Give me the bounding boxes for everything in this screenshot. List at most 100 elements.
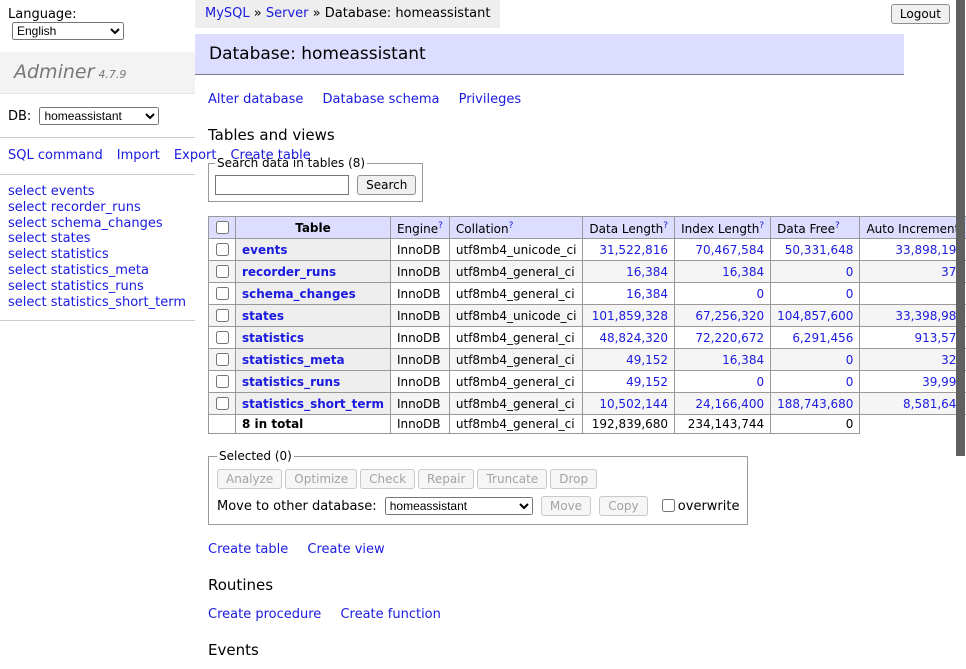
- table-name-cell: events: [236, 239, 391, 261]
- data-length-link[interactable]: 101,859,328: [592, 309, 668, 323]
- index-length-link[interactable]: 72,220,672: [695, 331, 764, 345]
- sidebar-link-select-statistics-runs[interactable]: select statistics_runs: [8, 279, 187, 295]
- help-icon[interactable]: ?: [509, 221, 514, 231]
- search-button[interactable]: Search: [357, 175, 416, 195]
- analyze-button[interactable]: Analyze: [217, 469, 282, 489]
- index-length-link[interactable]: 16,384: [722, 353, 764, 367]
- index-length-link[interactable]: 24,166,400: [695, 397, 764, 411]
- overwrite-checkbox[interactable]: [662, 499, 675, 512]
- row-checkbox[interactable]: [216, 331, 229, 344]
- optimize-button[interactable]: Optimize: [285, 469, 357, 489]
- row-checkbox[interactable]: [216, 309, 229, 322]
- table-name-link[interactable]: recorder_runs: [242, 265, 336, 279]
- database-schema-link[interactable]: Database schema: [323, 92, 440, 107]
- search-input[interactable]: [215, 175, 349, 195]
- copy-button[interactable]: Copy: [599, 496, 647, 516]
- sidebar-link-select-events[interactable]: select events: [8, 184, 187, 200]
- help-icon[interactable]: ?: [438, 221, 443, 231]
- select-all-cell: [209, 217, 236, 239]
- breadcrumb-separator: »: [254, 6, 262, 21]
- sidebar-link-select-statistics-meta[interactable]: select statistics_meta: [8, 263, 187, 279]
- index-length-link[interactable]: 0: [756, 287, 764, 301]
- data-free-link[interactable]: 0: [846, 353, 854, 367]
- auto-increment-link[interactable]: 33,898,196: [895, 243, 964, 257]
- breadcrumb-server[interactable]: Server: [266, 6, 309, 21]
- create-view-link[interactable]: Create view: [307, 542, 384, 557]
- row-checkbox-cell: [209, 371, 236, 393]
- truncate-button[interactable]: Truncate: [477, 469, 547, 489]
- create-function-link[interactable]: Create function: [340, 607, 440, 622]
- row-checkbox[interactable]: [216, 375, 229, 388]
- overwrite-label: overwrite: [658, 499, 740, 514]
- data-free-link[interactable]: 6,291,456: [792, 331, 853, 345]
- row-checkbox[interactable]: [216, 243, 229, 256]
- sidebar-link-select-recorder-runs[interactable]: select recorder_runs: [8, 200, 187, 216]
- data-free-link[interactable]: 104,857,600: [777, 309, 853, 323]
- table-name-link[interactable]: statistics: [242, 331, 304, 345]
- row-checkbox[interactable]: [216, 287, 229, 300]
- move-button[interactable]: Move: [541, 496, 591, 516]
- table-name-link[interactable]: statistics_meta: [242, 353, 345, 367]
- help-icon[interactable]: ?: [663, 221, 668, 231]
- index-length-cell: 72,220,672: [675, 327, 771, 349]
- help-icon[interactable]: ?: [835, 221, 840, 231]
- create-table-link-bottom[interactable]: Create table: [208, 542, 288, 557]
- data-length-link[interactable]: 49,152: [626, 353, 668, 367]
- data-length-link[interactable]: 48,824,320: [599, 331, 668, 345]
- move-database-select[interactable]: homeassistant: [385, 497, 533, 515]
- data-length-link[interactable]: 16,384: [626, 287, 668, 301]
- auto-increment-link[interactable]: 33,398,984: [895, 309, 964, 323]
- data-length-link[interactable]: 49,152: [626, 375, 668, 389]
- total-empty-cell: [209, 415, 236, 434]
- index-length-link[interactable]: 0: [756, 375, 764, 389]
- sql-command-link[interactable]: SQL command: [8, 148, 103, 163]
- row-checkbox[interactable]: [216, 265, 229, 278]
- total-collation-cell: utf8mb4_general_ci: [449, 415, 583, 434]
- repair-button[interactable]: Repair: [418, 469, 474, 489]
- data-free-link[interactable]: 0: [846, 287, 854, 301]
- column-header-index-length: Index Length?: [675, 217, 771, 239]
- sidebar-link-select-states[interactable]: select states: [8, 231, 187, 247]
- table-name-link[interactable]: statistics_short_term: [242, 397, 384, 411]
- data-free-link[interactable]: 188,743,680: [777, 397, 853, 411]
- data-length-link[interactable]: 10,502,144: [599, 397, 668, 411]
- breadcrumb-mysql[interactable]: MySQL: [205, 6, 250, 21]
- sidebar-link-select-statistics[interactable]: select statistics: [8, 247, 187, 263]
- help-icon[interactable]: ?: [759, 221, 764, 231]
- table-name-cell: statistics_meta: [236, 349, 391, 371]
- tables-body: events InnoDButf8mb4_unicode_ci 31,522,816…: [209, 239, 966, 434]
- total-data-free-cell: 0: [771, 415, 860, 434]
- logout-button[interactable]: Logout: [891, 4, 950, 24]
- collation-cell: utf8mb4_general_ci: [449, 393, 583, 415]
- alter-database-link[interactable]: Alter database: [208, 92, 303, 107]
- table-name-link[interactable]: statistics_runs: [242, 375, 340, 389]
- data-free-link[interactable]: 0: [846, 265, 854, 279]
- privileges-link[interactable]: Privileges: [459, 92, 522, 107]
- index-length-link[interactable]: 70,467,584: [695, 243, 764, 257]
- auto-increment-link[interactable]: 8,581,645: [903, 397, 964, 411]
- db-select[interactable]: homeassistant: [39, 107, 159, 125]
- check-button[interactable]: Check: [360, 469, 415, 489]
- create-procedure-link[interactable]: Create procedure: [208, 607, 321, 622]
- index-length-link[interactable]: 67,256,320: [695, 309, 764, 323]
- vertical-scrollbar[interactable]: [956, 0, 965, 456]
- table-name-link[interactable]: states: [242, 309, 284, 323]
- index-length-link[interactable]: 16,384: [722, 265, 764, 279]
- import-link[interactable]: Import: [117, 148, 160, 163]
- collation-cell: utf8mb4_general_ci: [449, 371, 583, 393]
- sidebar-link-select-statistics-short-term[interactable]: select statistics_short_term: [8, 295, 187, 311]
- engine-cell: InnoDB: [390, 239, 449, 261]
- table-name-link[interactable]: schema_changes: [242, 287, 356, 301]
- select-all-checkbox[interactable]: [216, 221, 229, 234]
- language-select[interactable]: English: [12, 22, 124, 40]
- row-checkbox[interactable]: [216, 353, 229, 366]
- sidebar-link-select-schema-changes[interactable]: select schema_changes: [8, 216, 187, 232]
- data-free-link[interactable]: 50,331,648: [785, 243, 854, 257]
- collation-cell: utf8mb4_unicode_ci: [449, 239, 583, 261]
- drop-button[interactable]: Drop: [550, 469, 597, 489]
- table-name-link[interactable]: events: [242, 243, 288, 257]
- data-free-link[interactable]: 0: [846, 375, 854, 389]
- data-length-link[interactable]: 16,384: [626, 265, 668, 279]
- data-length-link[interactable]: 31,522,816: [599, 243, 668, 257]
- row-checkbox[interactable]: [216, 397, 229, 410]
